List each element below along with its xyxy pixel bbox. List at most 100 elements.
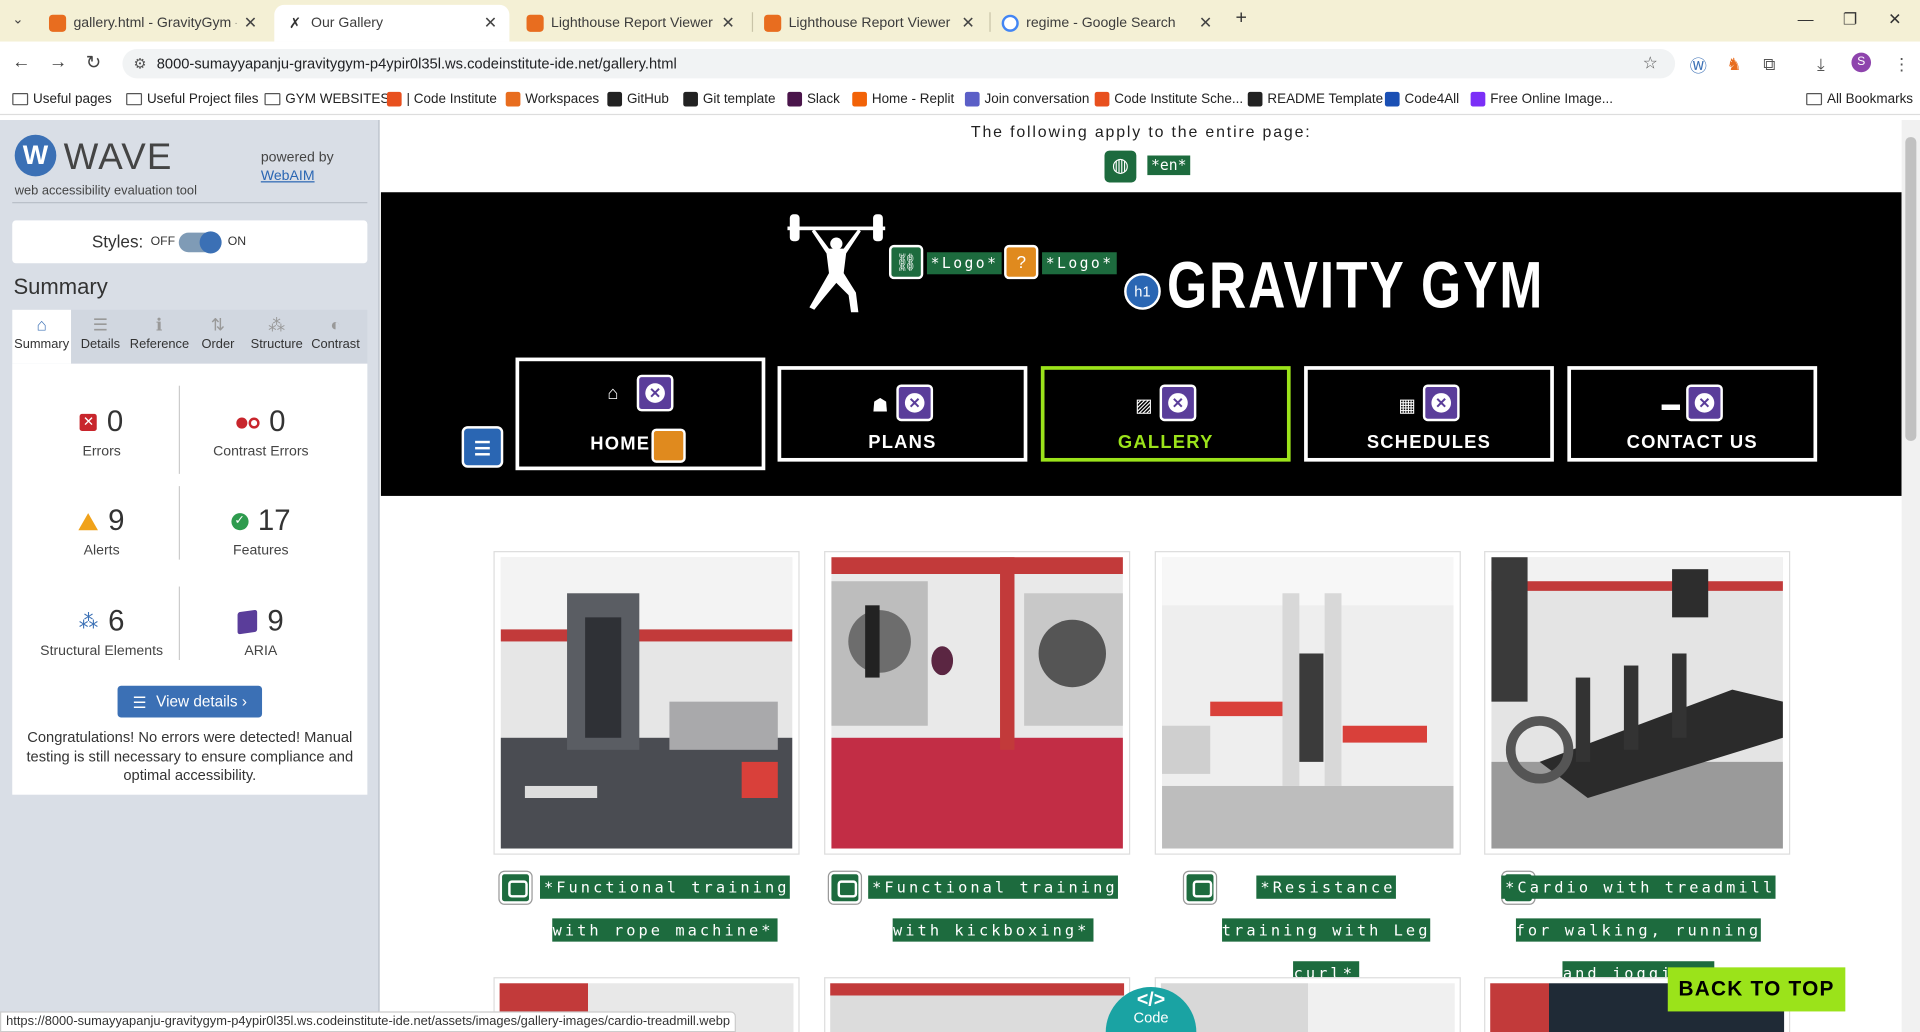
tab-lighthouse-1[interactable]: Lighthouse Report Viewer ✕: [514, 5, 747, 42]
forward-icon[interactable]: →: [49, 51, 67, 72]
codeinstitute-favicon-icon: ✗: [286, 14, 304, 32]
errors-stat[interactable]: ✕ 0 Errors: [22, 405, 181, 459]
bookmark-item[interactable]: Free Online Image...: [1470, 91, 1613, 107]
site-info-icon[interactable]: ⚙: [133, 55, 146, 72]
download-icon[interactable]: ⤓: [1817, 54, 1825, 75]
bookmark-item[interactable]: GitHub: [607, 91, 669, 107]
bookmark-item[interactable]: Code4All: [1384, 91, 1459, 107]
new-tab-button[interactable]: +: [1236, 7, 1247, 29]
nav-schedules[interactable]: ▦ ✕ SCHEDULES: [1304, 366, 1554, 462]
page-scrollbar[interactable]: [1901, 120, 1920, 1032]
bookmark-item[interactable]: Slack: [787, 91, 840, 107]
tab-our-gallery[interactable]: ✗ Our Gallery ✕: [274, 4, 510, 42]
gallery-card[interactable]: [493, 551, 800, 855]
wave-extension-icon[interactable]: Ⓦ: [1690, 54, 1707, 78]
wave-logo-icon: W: [14, 134, 57, 177]
aria-stat[interactable]: 9 ARIA: [181, 605, 340, 659]
alerts-stat[interactable]: 9 Alerts: [22, 504, 181, 558]
question-alert-icon[interactable]: ?: [1004, 244, 1039, 280]
close-icon[interactable]: ✕: [484, 13, 497, 33]
summary-heading: Summary: [13, 274, 108, 299]
tab-gitpod[interactable]: gallery.html - GravityGym - Git ✕: [37, 5, 270, 42]
close-icon[interactable]: ✕: [244, 13, 257, 33]
bookmark-item[interactable]: Git template: [683, 91, 775, 107]
menu-list-icon[interactable]: [461, 426, 504, 468]
bookmark-item[interactable]: Workspaces: [505, 91, 599, 107]
bookmark-item[interactable]: Code Institute Sche...: [1094, 91, 1243, 107]
list-icon: ☰: [132, 693, 147, 711]
address-bar[interactable]: ⚙ 8000-sumayyapanju-gravitygym-p4ypir0l3…: [122, 48, 1676, 79]
wave-tabs: ⌂ Summary ☰ Details ℹ Reference ⇅ Order ⁂ Str…: [12, 309, 368, 364]
aria-x-icon: ✕: [896, 384, 934, 422]
minimize-icon[interactable]: —: [1798, 10, 1814, 28]
alert-icon: [78, 513, 99, 531]
nav-plans[interactable]: ☗ ✕ PLANS: [777, 366, 1028, 462]
tab-reference[interactable]: ℹ Reference: [130, 310, 189, 364]
bookmark-item[interactable]: README Template: [1247, 91, 1383, 107]
bookmark-item[interactable]: Home - Replit: [852, 91, 954, 107]
bookmark-label: Useful Project files: [146, 91, 259, 107]
aria-x-icon: ✕: [636, 374, 674, 412]
nav-gallery[interactable]: ▨ ✕ GALLERY: [1040, 366, 1291, 462]
styles-toggle-box: Styles: OFF ON: [12, 220, 368, 264]
weightlifter-logo[interactable]: [787, 212, 886, 315]
bookmark-item[interactable]: | Code Institute: [386, 91, 497, 107]
reload-icon[interactable]: ↻: [86, 51, 101, 74]
profile-avatar[interactable]: S: [1851, 52, 1872, 73]
logo-alt-icon[interactable]: ⛓: [888, 244, 924, 280]
close-icon[interactable]: ✕: [721, 13, 734, 33]
structure-icon: ⁂: [78, 612, 99, 634]
wave-subtitle: web accessibility evaluation tool: [14, 183, 197, 199]
gallery-card[interactable]: [824, 977, 1131, 1032]
tab-summary[interactable]: ⌂ Summary: [12, 309, 72, 364]
bookmark-item[interactable]: Join conversation: [964, 91, 1089, 107]
gallery-card[interactable]: [1484, 551, 1791, 855]
back-to-top-button[interactable]: BACK TO TOP: [1667, 967, 1846, 1012]
webaim-link[interactable]: WebAIM: [261, 169, 315, 184]
gallery-card[interactable]: [1154, 977, 1461, 1032]
code-button[interactable]: </> Code: [1105, 986, 1197, 1032]
menu-dots-icon[interactable]: ⋮: [1893, 54, 1910, 75]
gallery-card[interactable]: [1154, 551, 1461, 855]
styles-toggle[interactable]: [178, 231, 222, 254]
tab-contrast[interactable]: ◐ Contrast: [306, 310, 365, 364]
gallery-card[interactable]: [824, 551, 1131, 855]
tab-order[interactable]: ⇅ Order: [189, 310, 248, 364]
tab-google[interactable]: regime - Google Search ✕: [989, 5, 1224, 42]
tab-search-icon[interactable]: ⌄: [12, 11, 23, 27]
close-window-icon[interactable]: ✕: [1888, 10, 1901, 30]
contrast-stat[interactable]: 0 Contrast Errors: [181, 405, 340, 459]
bookmark-favicon-icon: [607, 91, 623, 107]
image-icon: ▨: [1135, 395, 1153, 417]
all-bookmarks[interactable]: All Bookmarks: [1806, 92, 1913, 107]
tab-structure[interactable]: ⁂ Structure: [247, 310, 306, 364]
restore-icon[interactable]: ❐: [1843, 10, 1857, 30]
features-stat[interactable]: ✓ 17 Features: [181, 504, 340, 558]
structural-count: 6: [108, 604, 125, 638]
close-icon[interactable]: ✕: [961, 13, 974, 33]
nav-contact[interactable]: ▬ ✕ CONTACT US: [1567, 366, 1818, 462]
tab-details[interactable]: ☰ Details: [71, 310, 130, 364]
scrollbar-thumb[interactable]: [1905, 137, 1917, 441]
url-text: 8000-sumayyapanju-gravitygym-p4ypir0l35l…: [156, 55, 677, 73]
view-details-button[interactable]: ☰ View details ›: [117, 685, 263, 718]
puzzle-icon[interactable]: ⧉: [1763, 54, 1775, 75]
star-icon[interactable]: ☆: [1643, 53, 1658, 74]
nav-home[interactable]: ⌂ ✕ HOME: [515, 357, 766, 471]
globe-icon[interactable]: ◍: [1104, 150, 1137, 183]
bookmark-item[interactable]: Useful pages: [12, 91, 112, 107]
h1-icon[interactable]: h1: [1124, 273, 1161, 310]
extension-icon[interactable]: ♞: [1727, 54, 1742, 75]
bookmark-item[interactable]: GYM WEBSITES: [264, 92, 389, 107]
back-icon[interactable]: ←: [12, 51, 30, 72]
bookmark-item[interactable]: Useful Project files: [126, 92, 258, 107]
structural-stat[interactable]: ⁂ 6 Structural Elements: [22, 605, 181, 659]
bookmark-label: Useful pages: [33, 91, 112, 107]
close-icon[interactable]: ✕: [1199, 13, 1212, 33]
tab-lighthouse-2[interactable]: Lighthouse Report Viewer ✕: [752, 5, 987, 42]
site-title[interactable]: GRAVITY GYM: [1167, 247, 1544, 323]
nav-label: SCHEDULES: [1366, 432, 1492, 454]
bookmark-label: All Bookmarks: [1826, 91, 1914, 107]
list-icon: ☰: [92, 314, 109, 335]
tab-label: Details: [80, 336, 121, 352]
